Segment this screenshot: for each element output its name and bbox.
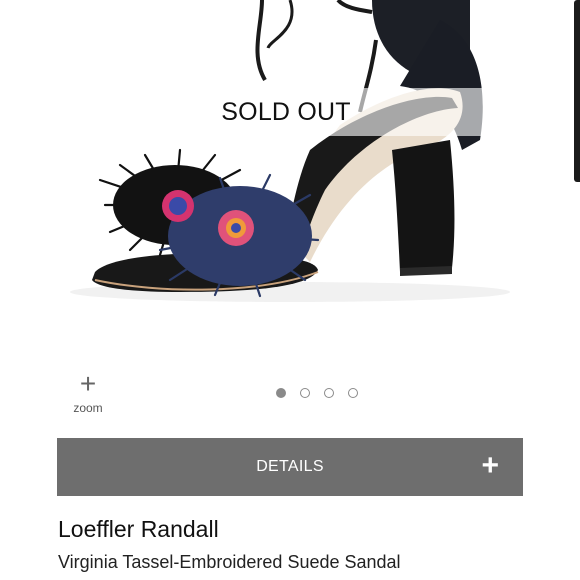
plus-icon: +: [79, 368, 97, 399]
carousel-dot-2[interactable]: [300, 388, 310, 398]
carousel-dot-4[interactable]: [348, 388, 358, 398]
sold-out-text: SOLD OUT: [221, 97, 351, 126]
product-image: [70, 0, 510, 302]
sold-out-banner: SOLD OUT: [88, 88, 484, 136]
carousel-dot-3[interactable]: [324, 388, 334, 398]
details-label: DETAILS: [256, 458, 324, 475]
product-name: Virginia Tassel-Embroidered Suede Sandal: [58, 552, 401, 572]
zoom-button[interactable]: + zoom: [63, 368, 113, 416]
carousel-pagination: [276, 388, 358, 398]
carousel-dot-1[interactable]: [276, 388, 286, 398]
zoom-label: zoom: [73, 401, 103, 415]
plus-icon: +: [481, 449, 499, 482]
brand-name: Loeffler Randall: [58, 516, 219, 542]
scrollbar-thumb[interactable]: [574, 0, 580, 182]
details-accordion-button[interactable]: DETAILS +: [57, 438, 523, 496]
